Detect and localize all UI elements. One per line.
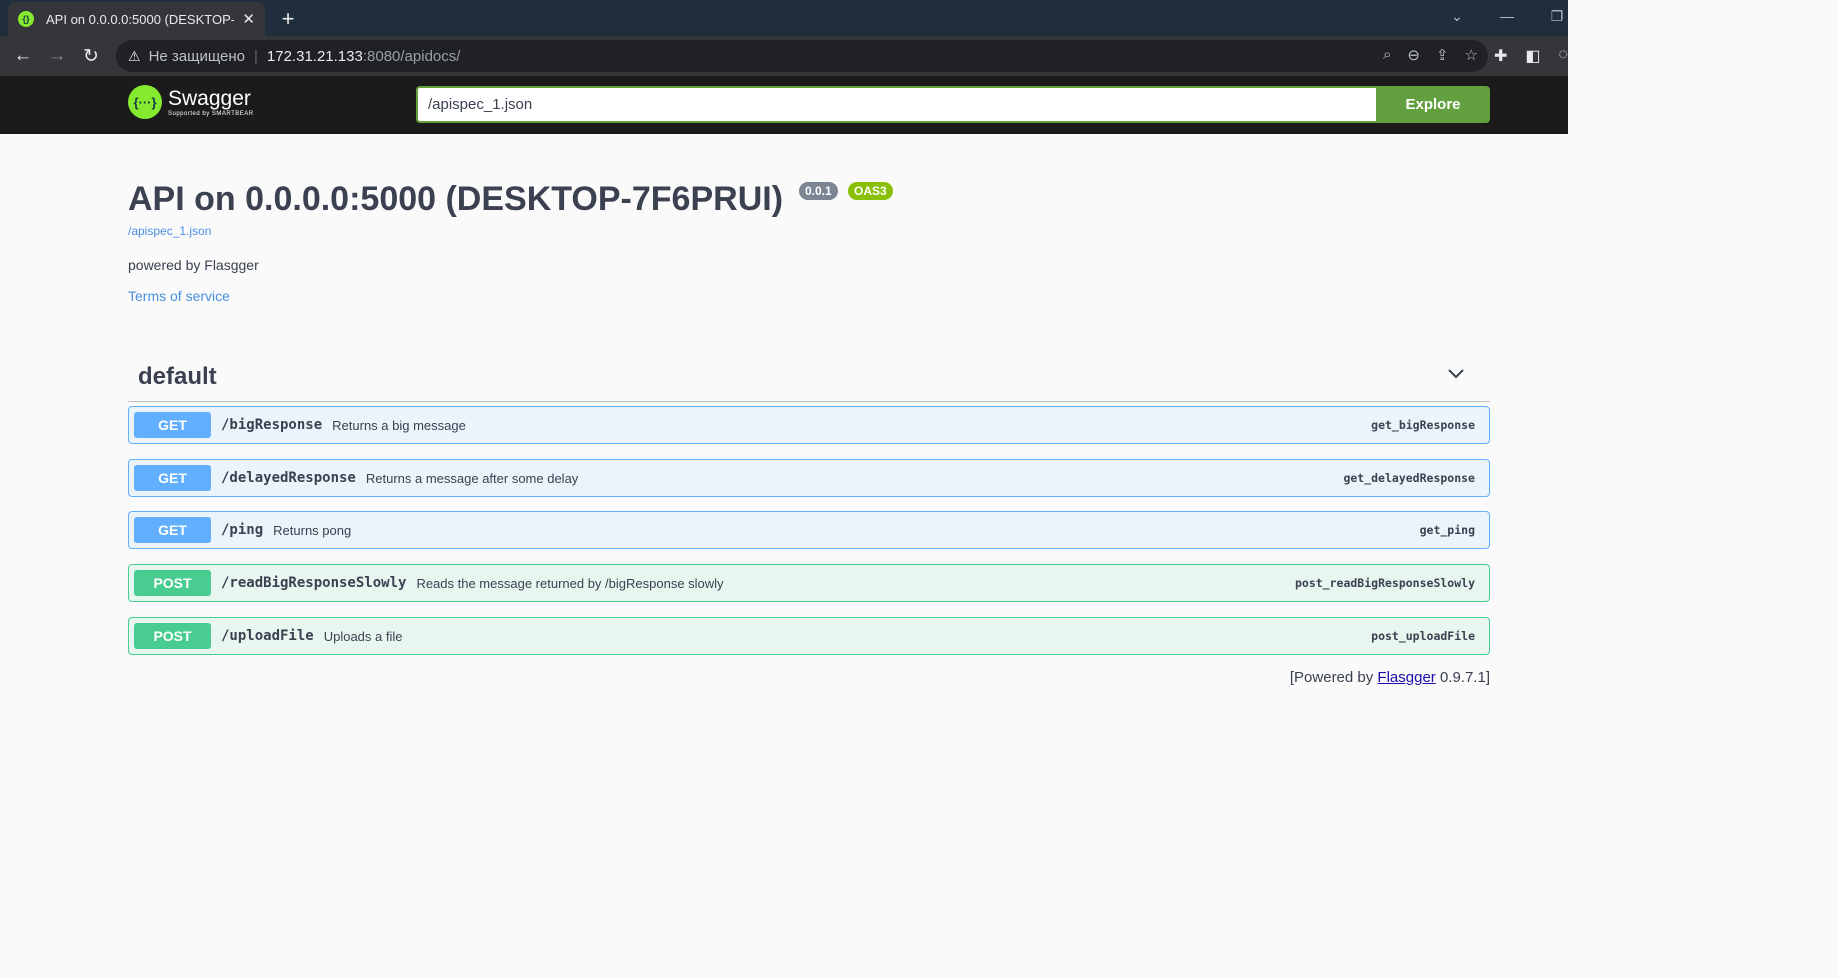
version-badge: 0.0.1 — [799, 182, 838, 200]
back-arrow-icon[interactable]: ← — [6, 45, 40, 67]
operation-row[interactable]: GET /delayedResponse Returns a message a… — [128, 459, 1490, 497]
explore-button[interactable]: Explore — [1376, 86, 1490, 123]
method-badge: GET — [134, 517, 211, 543]
operation-path: /readBigResponseSlowly — [221, 575, 407, 591]
operation-id: get_delayedResponse — [1343, 471, 1475, 485]
spec-link[interactable]: /apispec_1.json — [128, 224, 211, 238]
reload-icon[interactable]: ↻ — [74, 45, 108, 68]
browser-tab[interactable]: {} API on 0.0.0.0:5000 (DESKTOP-7F ✕ — [8, 2, 265, 36]
operation-path: /bigResponse — [221, 417, 323, 433]
operation-id: post_readBigResponseSlowly — [1294, 576, 1475, 590]
operation-id: get_ping — [1419, 523, 1475, 537]
operation-summary: Uploads a file — [323, 628, 403, 644]
flasgger-link[interactable]: Flasgger — [1377, 669, 1435, 686]
address-bar[interactable]: ⚠ Не защищено | 172.31.21.133:8080/apido… — [116, 40, 1488, 72]
terms-of-service-link[interactable]: Terms of service — [128, 288, 230, 304]
warning-triangle-icon[interactable]: ⚠ — [128, 48, 141, 65]
method-badge: GET — [134, 465, 211, 491]
operation-summary: Returns a message after some delay — [365, 470, 579, 486]
share-icon[interactable]: ⇪ — [1436, 46, 1449, 64]
swagger-logo[interactable]: {···} Swagger Supported by SMARTBEAR — [128, 85, 254, 119]
api-description: powered by Flasgger — [128, 257, 259, 273]
forward-arrow-icon[interactable]: → — [40, 45, 74, 67]
method-badge: POST — [134, 623, 211, 649]
new-tab-button[interactable]: + — [278, 6, 298, 32]
search-icon[interactable]: ⌕ — [1383, 46, 1391, 64]
swagger-favicon-icon: {} — [18, 11, 34, 27]
footer-prefix: [Powered by — [1289, 669, 1378, 686]
operation-path: /uploadFile — [221, 628, 314, 644]
url-host: 172.31.21.133 — [266, 47, 363, 65]
operation-row[interactable]: POST /readBigResponseSlowly Reads the me… — [128, 564, 1490, 602]
operation-summary: Returns pong — [273, 522, 352, 538]
tag-section-default[interactable]: default — [128, 356, 1490, 402]
operation-row[interactable]: GET /ping Returns pong get_ping — [128, 511, 1490, 549]
address-separator: | — [254, 47, 258, 65]
oas-badge: OAS3 — [848, 182, 893, 200]
chevron-down-icon[interactable] — [1446, 364, 1466, 384]
operation-id: post_uploadFile — [1371, 629, 1475, 643]
minimize-icon[interactable]: — — [1496, 8, 1518, 25]
url-path: :8080/apidocs/ — [362, 47, 461, 65]
powered-by-footer: [Powered by Flasgger 0.9.7.1] — [1290, 669, 1490, 686]
insecure-label: Не защищено — [148, 47, 245, 65]
spec-url-input[interactable]: /apispec_1.json — [416, 86, 1376, 123]
profile-icon[interactable]: ◌ — [1558, 46, 1568, 66]
tab-title: API on 0.0.0.0:5000 (DESKTOP-7F — [46, 11, 235, 27]
logo-subtitle: Supported by SMARTBEAR — [168, 110, 254, 117]
operation-path: /delayedResponse — [221, 470, 356, 486]
logo-name: Swagger — [168, 86, 251, 110]
api-title: API on 0.0.0.0:5000 (DESKTOP-7F6PRUI) — [128, 180, 784, 218]
swagger-topbar: {···} Swagger Supported by SMARTBEAR /ap… — [0, 76, 1568, 134]
close-tab-icon[interactable]: ✕ — [242, 10, 255, 28]
operation-summary: Returns a big message — [332, 417, 466, 433]
method-badge: GET — [134, 412, 211, 438]
operation-path: /ping — [221, 522, 264, 538]
zoom-icon[interactable]: ⊖ — [1407, 46, 1420, 64]
method-badge: POST — [134, 570, 211, 596]
restore-icon[interactable]: ❐ — [1546, 8, 1568, 25]
operation-id: get_bigResponse — [1371, 418, 1475, 432]
operation-row[interactable]: POST /uploadFile Uploads a file post_upl… — [128, 617, 1490, 655]
swagger-logo-icon: {···} — [128, 85, 162, 119]
tag-name: default — [138, 363, 217, 390]
footer-suffix: 0.9.7.1] — [1435, 669, 1490, 686]
extensions-puzzle-icon[interactable]: ✚ — [1494, 46, 1507, 66]
bookmark-star-icon[interactable]: ☆ — [1465, 46, 1478, 64]
browser-tab-bar: {} API on 0.0.0.0:5000 (DESKTOP-7F ✕ + ⌄… — [0, 0, 1568, 36]
operation-summary: Reads the message returned by /bigRespon… — [416, 575, 724, 591]
tab-search-icon[interactable]: ⌄ — [1446, 8, 1468, 25]
side-panel-icon[interactable]: ◧ — [1525, 46, 1540, 66]
operation-row[interactable]: GET /bigResponse Returns a big message g… — [128, 406, 1490, 444]
browser-toolbar: ← → ↻ ⚠ Не защищено | 172.31.21.133:8080… — [0, 36, 1568, 76]
